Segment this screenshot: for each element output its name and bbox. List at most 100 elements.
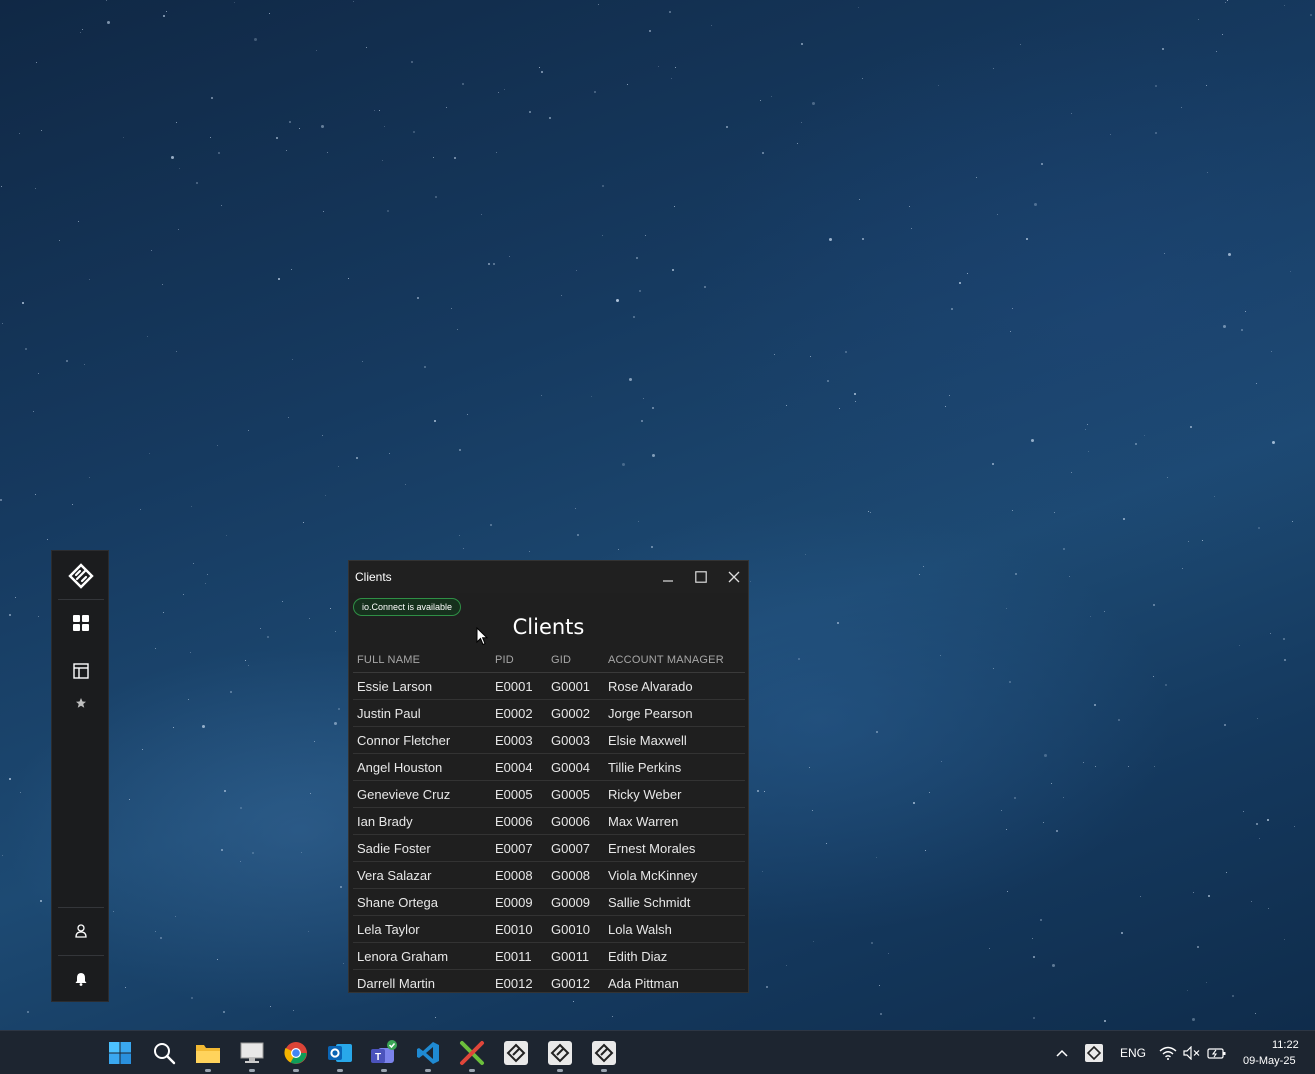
star <box>160 937 162 939</box>
column-header-full-name[interactable]: FULL NAME <box>353 647 491 673</box>
star <box>384 126 385 127</box>
file-explorer-icon[interactable] <box>194 1039 222 1067</box>
star <box>366 47 367 48</box>
column-header-account-manager[interactable]: ACCOUNT MANAGER <box>604 647 745 673</box>
star <box>1222 34 1223 35</box>
cell-gid: G0002 <box>547 699 604 727</box>
star <box>35 188 36 189</box>
cell-full-name: Lela Taylor <box>353 915 491 943</box>
star <box>240 807 242 809</box>
vscode-icon[interactable] <box>414 1039 442 1067</box>
star <box>671 78 672 79</box>
cell-account-manager: Ricky Weber <box>604 780 745 808</box>
outlook-icon[interactable] <box>326 1039 354 1067</box>
star <box>810 356 811 357</box>
table-row[interactable]: Shane Ortega E0009 G0009 Sallie Schmidt <box>353 888 745 916</box>
wifi-icon[interactable] <box>1156 1039 1180 1067</box>
star <box>645 235 646 236</box>
io-connect-logo-icon[interactable] <box>52 556 110 596</box>
table-row[interactable]: Vera Salazar E0008 G0008 Viola McKinney <box>353 861 745 889</box>
star <box>949 395 950 396</box>
star <box>541 395 542 396</box>
table-row[interactable]: Darrell Martin E0012 G0012 Ada Pittman <box>353 969 745 992</box>
table-row[interactable]: Justin Paul E0002 G0002 Jorge Pearson <box>353 699 745 727</box>
star <box>245 660 246 661</box>
star <box>202 725 205 728</box>
window-title: Clients <box>355 570 392 584</box>
windows-start-icon[interactable] <box>106 1039 134 1067</box>
clock-time[interactable]: 11:22 <box>1272 1039 1299 1051</box>
io-connect-icon[interactable] <box>590 1039 618 1067</box>
battery-icon[interactable] <box>1204 1039 1230 1067</box>
star <box>602 185 604 187</box>
remote-desktop-icon[interactable] <box>238 1039 266 1067</box>
star <box>163 612 164 613</box>
star <box>288 417 289 418</box>
table-row[interactable]: Genevieve Cruz E0005 G0005 Ricky Weber <box>353 780 745 808</box>
io-connect-tray-icon[interactable] <box>1080 1039 1108 1067</box>
star <box>411 61 413 63</box>
star <box>230 691 232 693</box>
chrome-icon[interactable] <box>282 1039 310 1067</box>
star <box>223 1011 225 1013</box>
io-connect-icon[interactable] <box>546 1039 574 1067</box>
star <box>837 622 839 624</box>
star <box>641 420 643 422</box>
star <box>672 269 674 271</box>
star <box>1181 107 1182 108</box>
volume-muted-icon[interactable] <box>1180 1039 1204 1067</box>
star <box>959 282 961 284</box>
star <box>577 534 579 536</box>
star <box>211 97 213 99</box>
star <box>1241 329 1243 331</box>
language-indicator[interactable]: ENG <box>1120 1046 1146 1060</box>
x-app-icon[interactable] <box>458 1039 486 1067</box>
minimize-button[interactable] <box>651 561 684 593</box>
star <box>155 648 156 649</box>
star <box>248 430 249 431</box>
window-titlebar[interactable]: Clients <box>349 561 748 593</box>
star <box>38 373 39 374</box>
table-row[interactable]: Sadie Foster E0007 G0007 Ernest Morales <box>353 834 745 862</box>
star <box>1256 823 1258 825</box>
star <box>1083 762 1084 763</box>
cell-pid: E0012 <box>491 969 547 992</box>
user-icon[interactable] <box>52 911 110 951</box>
star <box>602 235 603 236</box>
star <box>267 636 269 638</box>
teams-icon[interactable]: T <box>370 1039 398 1067</box>
star <box>379 110 380 111</box>
favorites-star-icon[interactable] <box>52 683 110 723</box>
star <box>493 263 495 265</box>
star <box>1206 85 1207 86</box>
star <box>240 861 241 862</box>
star <box>1292 521 1293 522</box>
star <box>750 581 751 582</box>
notifications-bell-icon[interactable] <box>52 959 110 999</box>
clock-date[interactable]: 09-May-25 <box>1243 1055 1296 1067</box>
star <box>1193 892 1194 893</box>
star <box>913 802 915 804</box>
star <box>1041 163 1043 165</box>
apps-grid-icon[interactable] <box>52 603 110 643</box>
table-row[interactable]: Essie Larson E0001 G0001 Rose Alvarado <box>353 672 745 700</box>
cell-full-name: Sadie Foster <box>353 834 491 862</box>
column-header-pid[interactable]: PID <box>491 647 547 673</box>
column-header-gid[interactable]: GID <box>547 647 604 673</box>
table-row[interactable]: Connor Fletcher E0003 G0003 Elsie Maxwell <box>353 726 745 754</box>
table-row[interactable]: Lenora Graham E0011 G0011 Edith Diaz <box>353 942 745 970</box>
star <box>106 0 107 1</box>
table-row[interactable]: Lela Taylor E0010 G0010 Lola Walsh <box>353 915 745 943</box>
star <box>176 122 177 123</box>
io-connect-icon[interactable] <box>502 1039 530 1067</box>
table-row[interactable]: Angel Houston E0004 G0004 Tillie Perkins <box>353 753 745 781</box>
table-row[interactable]: Ian Brady E0006 G0006 Max Warren <box>353 807 745 835</box>
search-icon[interactable] <box>150 1039 178 1067</box>
star <box>293 1010 294 1011</box>
close-button[interactable] <box>717 561 748 593</box>
star <box>1243 811 1244 812</box>
chevron-up-icon[interactable] <box>1048 1039 1076 1067</box>
maximize-button[interactable] <box>684 561 717 593</box>
star <box>490 524 492 526</box>
star <box>405 484 406 485</box>
